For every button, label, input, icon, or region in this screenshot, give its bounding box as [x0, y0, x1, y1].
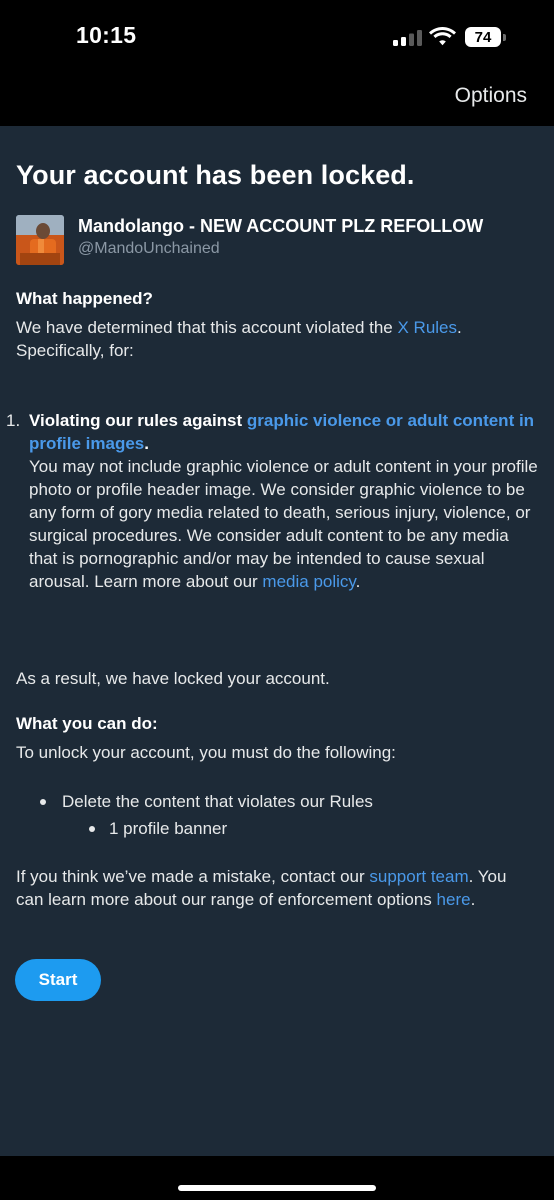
screen: 10:15 74 Options Your account has been l… — [0, 0, 554, 1200]
wifi-icon — [429, 27, 456, 46]
account-info: Mandolango - NEW ACCOUNT PLZ REFOLLOW @M… — [16, 215, 536, 267]
action-sub-item: 1 profile banner — [109, 819, 228, 838]
violation-description-period: . — [355, 572, 361, 591]
enforcement-options-link[interactable]: here — [437, 890, 471, 909]
mistake-intro: If you think we’ve made a mistake, conta… — [16, 867, 370, 886]
lock-notice-panel: Your account has been locked. Mandolango… — [0, 126, 554, 1156]
top-nav: Options — [0, 76, 554, 126]
unlock-instructions: To unlock your account, you must do the … — [16, 743, 396, 762]
page-title: Your account has been locked. — [16, 160, 415, 190]
bullet-icon — [40, 799, 46, 805]
summary-period: . — [457, 318, 462, 337]
bottom-bar — [0, 1156, 554, 1200]
start-button[interactable]: Start — [15, 959, 101, 1001]
violation-lead: Violating our rules against — [29, 411, 247, 430]
violation-body: Violating our rules against graphic viol… — [29, 409, 541, 593]
what-happened-heading: What happened? — [16, 289, 153, 308]
violation-lead-period: . — [144, 434, 149, 453]
display-name: Mandolango - NEW ACCOUNT PLZ REFOLLOW — [78, 216, 484, 236]
account-handle: @MandoUnchained — [78, 240, 220, 257]
support-team-link[interactable]: support team — [369, 867, 468, 886]
summary-specifically: Specifically, for: — [16, 341, 134, 360]
home-indicator[interactable] — [178, 1185, 376, 1191]
media-policy-link[interactable]: media policy — [262, 572, 355, 591]
avatar — [16, 215, 64, 265]
battery-icon: 74 — [465, 27, 509, 47]
result-text: As a result, we have locked your account… — [16, 669, 330, 688]
options-button[interactable]: Options — [455, 84, 527, 108]
violation-number: 1. — [6, 411, 21, 430]
battery-level: 74 — [474, 28, 492, 46]
violation-summary: We have determined that this account vio… — [16, 316, 536, 362]
cellular-signal-icon — [393, 30, 422, 46]
x-rules-link[interactable]: X Rules — [397, 318, 457, 337]
sub-bullet-icon — [89, 826, 95, 832]
mistake-text: If you think we’ve made a mistake, conta… — [16, 865, 526, 911]
status-bar: 10:15 74 — [0, 0, 554, 76]
violation-description: You may not include graphic violence or … — [29, 457, 538, 591]
status-time: 10:15 — [76, 22, 137, 48]
summary-text: We have determined that this account vio… — [16, 318, 398, 337]
mistake-end: . — [470, 890, 476, 909]
what-you-can-do-heading: What you can do: — [16, 714, 158, 733]
action-item: Delete the content that violates our Rul… — [62, 792, 373, 811]
